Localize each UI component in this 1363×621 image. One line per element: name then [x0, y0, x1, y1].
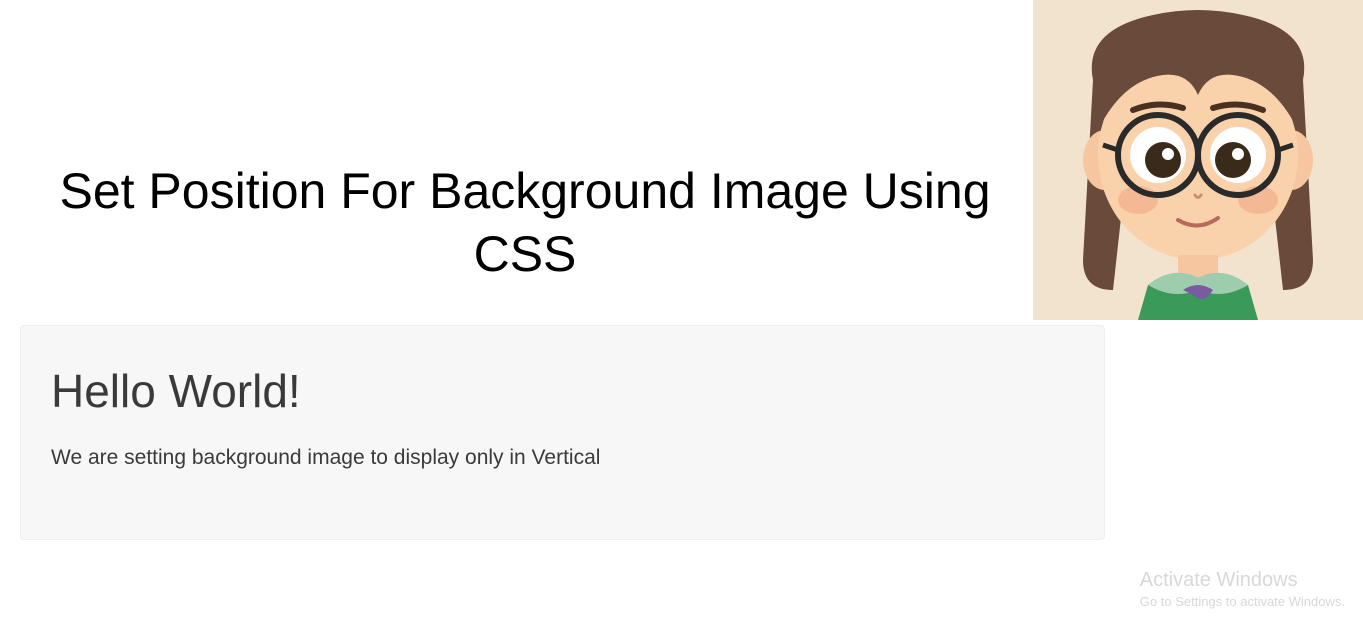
girl-avatar-icon — [1033, 0, 1363, 320]
content-heading: Hello World! — [51, 364, 1074, 418]
watermark-subtitle: Go to Settings to activate Windows. — [1140, 594, 1345, 609]
background-avatar-image — [1033, 0, 1363, 320]
page-title: Set Position For Background Image Using … — [20, 160, 1030, 285]
windows-activation-watermark: Activate Windows Go to Settings to activ… — [1140, 569, 1345, 609]
content-text: We are setting background image to displ… — [51, 446, 1074, 470]
watermark-title: Activate Windows — [1140, 569, 1345, 592]
content-box: Hello World! We are setting background i… — [20, 325, 1105, 540]
